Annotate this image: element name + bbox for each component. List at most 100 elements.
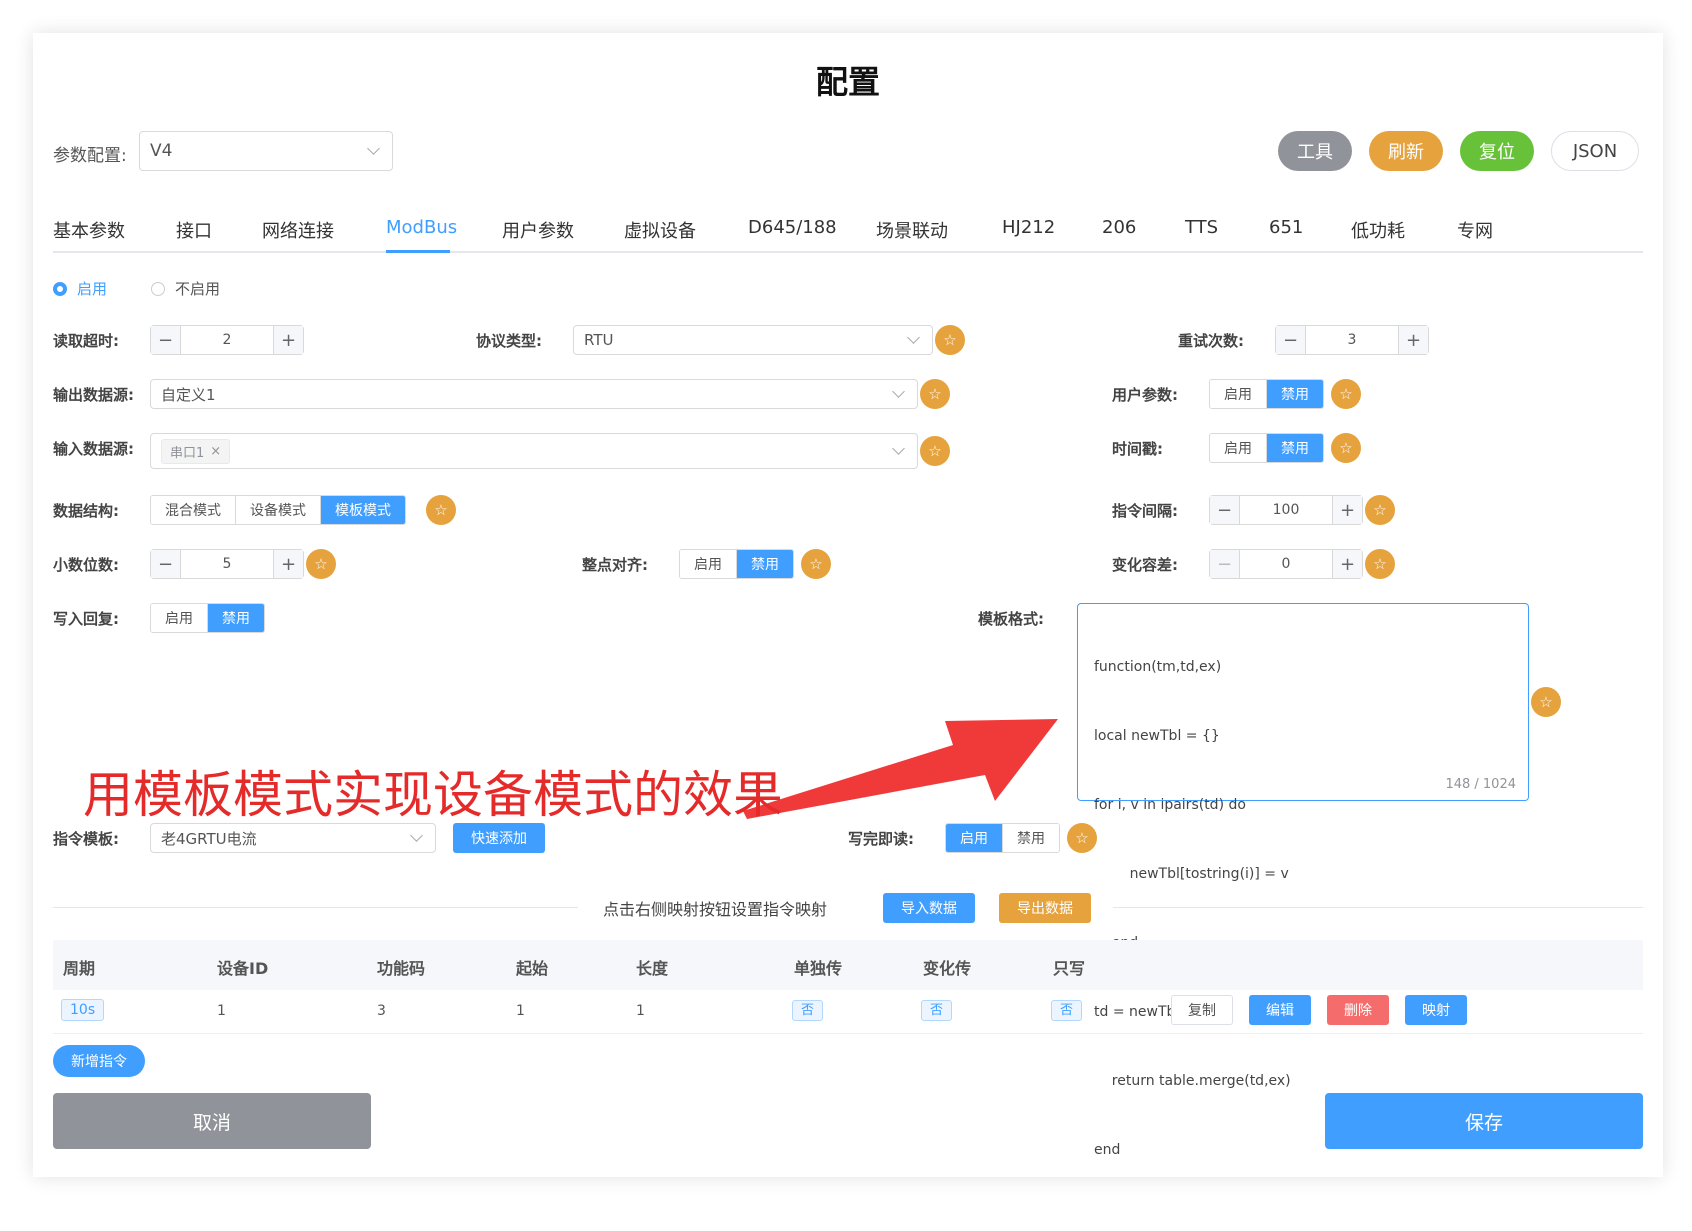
- write-only-tag: 否: [1051, 1000, 1083, 1021]
- import-data-button[interactable]: 导入数据: [883, 893, 975, 923]
- read-timeout-value[interactable]: 2: [181, 326, 273, 354]
- refresh-button[interactable]: 刷新: [1369, 131, 1443, 171]
- retry-count-stepper[interactable]: − 3 +: [1275, 325, 1429, 355]
- tab-basic[interactable]: 基本参数: [53, 217, 125, 243]
- copy-button[interactable]: 复制: [1171, 995, 1233, 1025]
- tab-private-net[interactable]: 专网: [1457, 217, 1493, 243]
- tab-network[interactable]: 网络连接: [262, 217, 334, 243]
- change-tolerance-stepper[interactable]: − 0 +: [1209, 549, 1363, 579]
- quick-add-button[interactable]: 快速添加: [453, 823, 545, 853]
- output-source-select[interactable]: 自定义1: [150, 379, 918, 409]
- cancel-button[interactable]: 取消: [53, 1093, 371, 1149]
- decimals-stepper[interactable]: − 5 +: [150, 549, 304, 579]
- radio-disable[interactable]: 不启用: [151, 278, 220, 299]
- input-source-label: 输入数据源:: [53, 440, 134, 458]
- star-icon[interactable]: ☆: [920, 379, 950, 409]
- minus-icon[interactable]: −: [1210, 496, 1240, 524]
- write-then-read-on[interactable]: 启用: [946, 824, 1003, 852]
- decimals-value[interactable]: 5: [181, 550, 273, 578]
- hour-align-on[interactable]: 启用: [680, 550, 737, 578]
- star-icon[interactable]: ☆: [920, 436, 950, 466]
- plus-icon[interactable]: +: [1332, 550, 1362, 578]
- map-button[interactable]: 映射: [1405, 995, 1467, 1025]
- change-tolerance-label: 变化容差:: [1112, 556, 1178, 574]
- protocol-type-select[interactable]: RTU: [573, 325, 933, 355]
- minus-icon[interactable]: −: [151, 550, 181, 578]
- star-icon[interactable]: ☆: [1365, 495, 1395, 525]
- user-params-on[interactable]: 启用: [1210, 380, 1267, 408]
- chevron-down-icon: [892, 385, 905, 398]
- param-config-select[interactable]: V4: [139, 131, 393, 171]
- retry-count-value[interactable]: 3: [1306, 326, 1398, 354]
- tab-hj212[interactable]: HJ212: [1002, 217, 1055, 238]
- data-structure-template[interactable]: 模板模式: [321, 496, 405, 524]
- input-source-select[interactable]: 串口1 ×: [150, 433, 918, 469]
- delete-button[interactable]: 删除: [1327, 995, 1389, 1025]
- write-reply-toggle[interactable]: 启用 禁用: [150, 603, 265, 633]
- write-reply-off[interactable]: 禁用: [208, 604, 264, 632]
- cmd-template-select[interactable]: 老4GRTU电流: [150, 823, 436, 853]
- col-start: 起始: [516, 959, 549, 978]
- input-source-tag[interactable]: 串口1 ×: [161, 438, 231, 464]
- star-icon[interactable]: ☆: [306, 549, 336, 579]
- data-structure-mixed[interactable]: 混合模式: [151, 496, 236, 524]
- plus-icon[interactable]: +: [1398, 326, 1428, 354]
- star-icon[interactable]: ☆: [426, 495, 456, 525]
- timestamp-on[interactable]: 启用: [1210, 434, 1267, 462]
- plus-icon[interactable]: +: [273, 550, 303, 578]
- template-format-textarea[interactable]: function(tm,td,ex) local newTbl = {} for…: [1077, 603, 1529, 1158]
- tab-651[interactable]: 651: [1269, 217, 1303, 238]
- code-line: newTbl[tostring(i)] = v: [1094, 866, 1289, 882]
- plus-icon[interactable]: +: [273, 326, 303, 354]
- tab-modbus[interactable]: ModBus: [386, 217, 457, 238]
- user-params-toggle[interactable]: 启用 禁用: [1209, 379, 1324, 409]
- edit-button[interactable]: 编辑: [1249, 995, 1311, 1025]
- hour-align-toggle[interactable]: 启用 禁用: [679, 549, 794, 579]
- plus-icon[interactable]: +: [1332, 496, 1362, 524]
- star-icon[interactable]: ☆: [1331, 379, 1361, 409]
- cmd-interval-stepper[interactable]: − 100 +: [1209, 495, 1363, 525]
- radio-enable[interactable]: 启用: [53, 278, 107, 299]
- star-icon[interactable]: ☆: [935, 325, 965, 355]
- timestamp-label: 时间戳:: [1112, 440, 1163, 458]
- tab-user-params[interactable]: 用户参数: [502, 217, 574, 243]
- write-reply-on[interactable]: 启用: [151, 604, 208, 632]
- close-icon[interactable]: ×: [210, 444, 221, 459]
- export-data-button[interactable]: 导出数据: [999, 893, 1091, 923]
- star-icon[interactable]: ☆: [1531, 687, 1561, 717]
- data-structure-toggle[interactable]: 混合模式 设备模式 模板模式: [150, 495, 406, 525]
- change-tolerance-value[interactable]: 0: [1240, 550, 1332, 578]
- timestamp-off[interactable]: 禁用: [1267, 434, 1323, 462]
- minus-icon[interactable]: −: [1276, 326, 1306, 354]
- write-then-read-off[interactable]: 禁用: [1003, 824, 1059, 852]
- tab-206[interactable]: 206: [1102, 217, 1136, 238]
- user-params-off[interactable]: 禁用: [1267, 380, 1323, 408]
- star-icon[interactable]: ☆: [1067, 823, 1097, 853]
- radio-disable-label: 不启用: [175, 280, 221, 298]
- tools-button[interactable]: 工具: [1278, 131, 1352, 171]
- star-icon[interactable]: ☆: [801, 549, 831, 579]
- reset-button[interactable]: 复位: [1460, 131, 1534, 171]
- write-then-read-toggle[interactable]: 启用 禁用: [945, 823, 1060, 853]
- tab-d645[interactable]: D645/188: [748, 217, 837, 238]
- save-button[interactable]: 保存: [1325, 1093, 1643, 1149]
- col-length: 长度: [636, 959, 669, 978]
- star-icon[interactable]: ☆: [1331, 433, 1361, 463]
- cmd-interval-value[interactable]: 100: [1240, 496, 1332, 524]
- tab-virtual-device[interactable]: 虚拟设备: [624, 217, 696, 243]
- add-cmd-button[interactable]: 新增指令: [53, 1045, 145, 1077]
- data-structure-device[interactable]: 设备模式: [236, 496, 321, 524]
- tab-scene[interactable]: 场景联动: [876, 217, 948, 243]
- json-button[interactable]: JSON: [1551, 131, 1639, 171]
- tab-low-power[interactable]: 低功耗: [1351, 217, 1405, 243]
- minus-icon[interactable]: −: [151, 326, 181, 354]
- timestamp-toggle[interactable]: 启用 禁用: [1209, 433, 1324, 463]
- tab-tts[interactable]: TTS: [1185, 217, 1218, 238]
- radio-off-icon: [151, 281, 165, 296]
- minus-icon[interactable]: −: [1210, 550, 1240, 578]
- protocol-type-label: 协议类型:: [476, 332, 542, 350]
- read-timeout-stepper[interactable]: − 2 +: [150, 325, 304, 355]
- hour-align-off[interactable]: 禁用: [737, 550, 793, 578]
- tab-interface[interactable]: 接口: [176, 217, 212, 243]
- star-icon[interactable]: ☆: [1365, 549, 1395, 579]
